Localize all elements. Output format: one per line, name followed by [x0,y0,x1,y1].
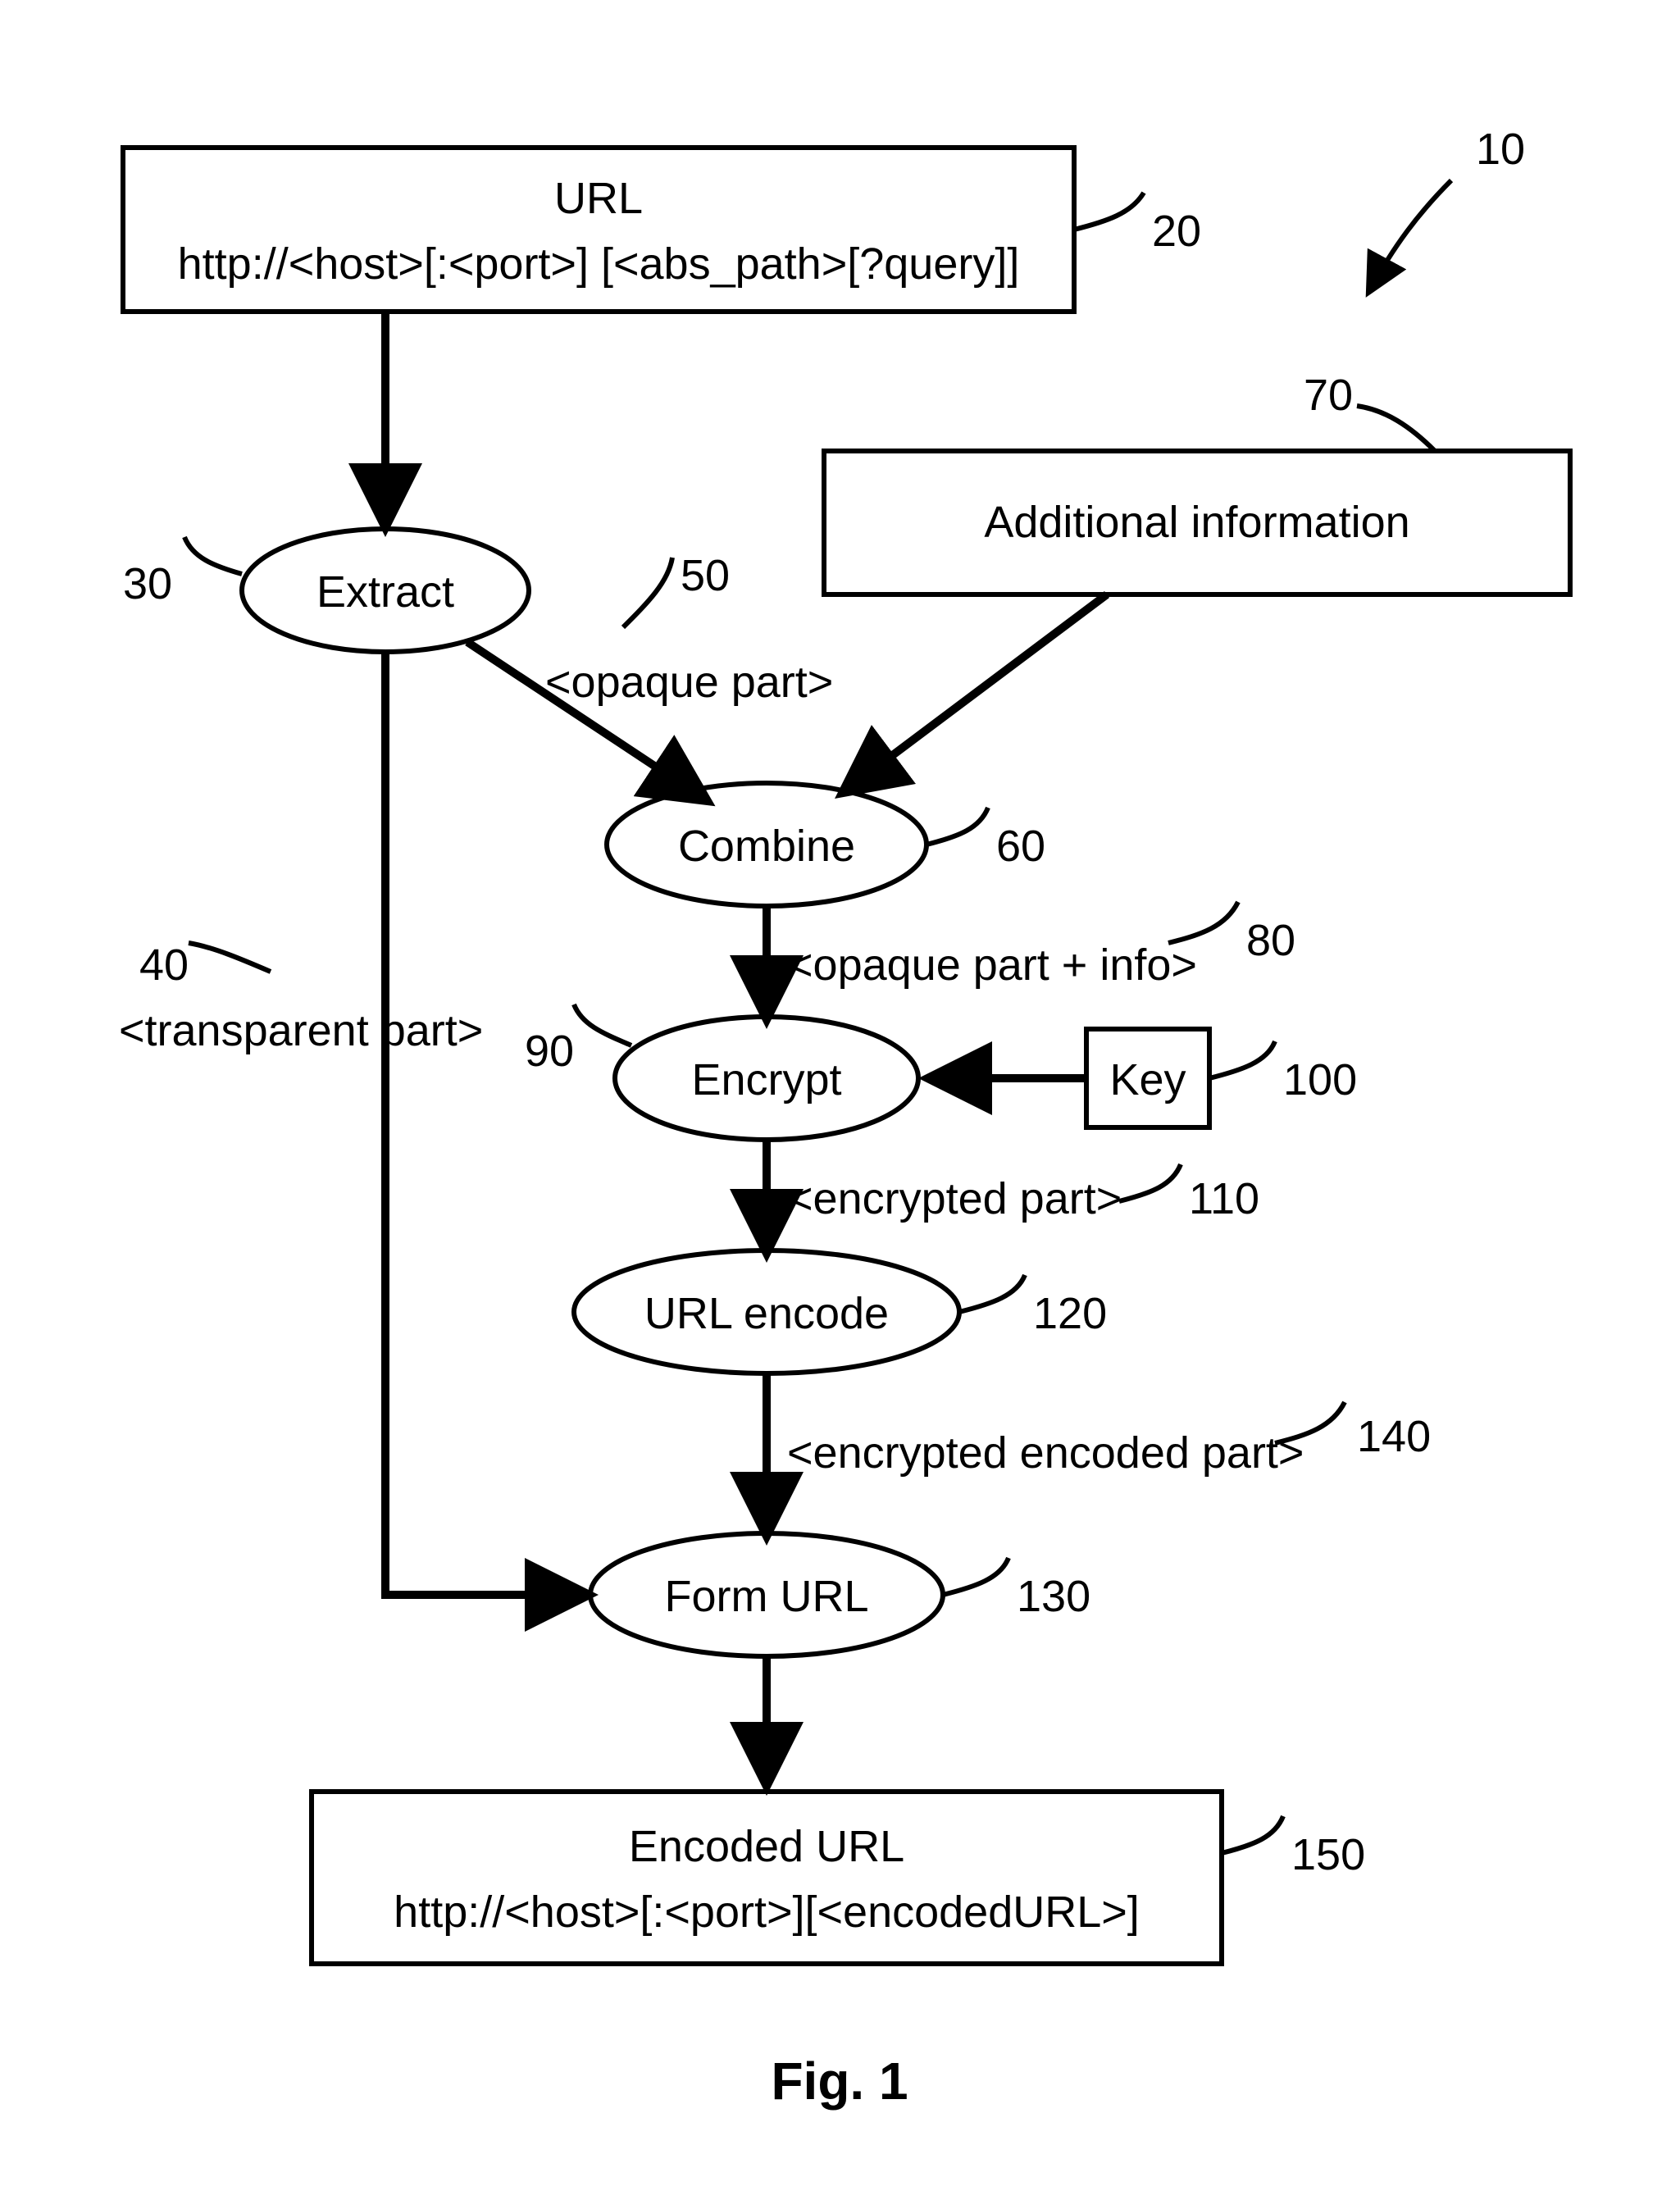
ref-20: 20 [1152,207,1201,256]
ref-50-lead: 50 [623,551,730,627]
ref-30: 30 [123,559,172,608]
key-label: Key [1109,1055,1186,1104]
encoded-url-title: Encoded URL [629,1822,904,1871]
ref-100-lead: 100 [1209,1041,1357,1104]
ref-90: 90 [525,1027,574,1076]
additional-info-label: Additional information [984,498,1409,547]
node-encrypt: Encrypt [615,1017,918,1140]
node-combine: Combine [607,783,927,906]
node-encoded-url-box: Encoded URL http://<host>[:<port>][<enco… [312,1792,1222,1964]
ref-30-lead: 30 [123,537,242,608]
ref-70: 70 [1304,371,1353,420]
edge-info-to-combine [845,594,1107,791]
node-key: Key [1086,1029,1209,1127]
ref-80: 80 [1246,916,1295,965]
ref-140: 140 [1357,1412,1431,1461]
label-opaque-part: <opaque part> [545,658,833,707]
label-opaque-plus-info: <opaque part + info> [787,940,1197,990]
encoded-url-body: http://<host>[:<port>][<encodedURL>] [394,1888,1140,1937]
ref-150-lead: 150 [1222,1816,1365,1879]
node-url-box: URL http://<host>[:<port>] [<abs_path>[?… [123,148,1074,312]
figure-caption: Fig. 1 [771,2052,908,2111]
ref-70-lead: 70 [1304,371,1435,451]
ref-10-lead: 10 [1369,125,1525,291]
ref-90-lead: 90 [525,1004,631,1076]
ref-60-lead: 60 [927,808,1045,871]
ref-100: 100 [1283,1055,1357,1104]
node-additional-info: Additional information [824,451,1570,594]
form-url-label: Form URL [664,1572,868,1621]
ref-120-lead: 120 [959,1275,1107,1338]
node-form-url: Form URL [590,1533,943,1656]
url-box-title: URL [554,174,643,223]
ref-40: 40 [139,940,189,990]
label-encrypted-part: <encrypted part> [787,1174,1122,1223]
ref-110: 110 [1189,1174,1259,1223]
ref-110-lead: 110 [1119,1164,1259,1223]
edge-extract-to-formurl [385,652,586,1595]
ref-20-lead: 20 [1074,193,1201,256]
url-encode-label: URL encode [644,1289,889,1338]
ref-150: 150 [1291,1830,1365,1879]
node-extract: Extract [242,529,529,652]
extract-label: Extract [316,567,454,617]
label-enc-encoded-part: <encrypted encoded part> [787,1428,1304,1478]
ref-10: 10 [1476,125,1525,174]
ref-120: 120 [1033,1289,1107,1338]
node-url-encode: URL encode [574,1250,959,1373]
ref-40-lead: 40 [139,940,271,990]
url-box-body: http://<host>[:<port>] [<abs_path>[?quer… [178,239,1020,289]
combine-label: Combine [678,822,855,871]
ref-130: 130 [1017,1572,1090,1621]
ref-60: 60 [996,822,1045,871]
ref-50: 50 [681,551,730,600]
ref-130-lead: 130 [943,1558,1090,1621]
label-transparent-part: <transparent part> [119,1006,483,1055]
encrypt-label: Encrypt [691,1055,841,1104]
